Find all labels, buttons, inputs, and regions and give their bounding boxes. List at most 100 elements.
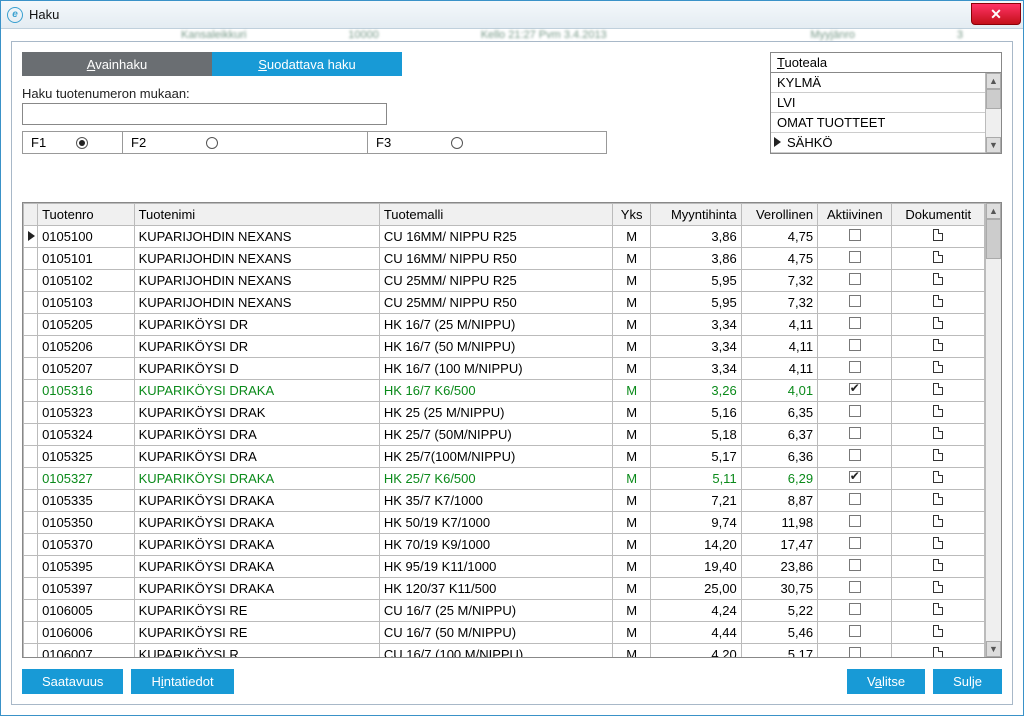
table-row[interactable]: 0105395KUPARIKÖYSI DRAKAHK 95/19 K11/100… — [24, 556, 985, 578]
col-yks[interactable]: Yks — [613, 204, 651, 226]
category-header: Tuoteala — [771, 53, 1001, 73]
document-icon[interactable] — [933, 603, 943, 615]
cell — [818, 490, 892, 512]
table-row[interactable]: 0105323KUPARIKÖYSI DRAKHK 25 (25 M/NIPPU… — [24, 402, 985, 424]
category-item[interactable]: LVI — [771, 93, 985, 113]
active-checkbox[interactable] — [849, 251, 861, 263]
active-checkbox[interactable] — [849, 559, 861, 571]
active-checkbox[interactable] — [849, 361, 861, 373]
table-row[interactable]: 0106007KUPARIKÖYSI RCU 16/7 (100 M/NIPPU… — [24, 644, 985, 658]
active-checkbox[interactable] — [849, 383, 861, 395]
category-item[interactable]: OMAT TUOTTEET — [771, 113, 985, 133]
table-row[interactable]: 0106006KUPARIKÖYSI RECU 16/7 (50 M/NIPPU… — [24, 622, 985, 644]
category-panel: Tuoteala KYLMÄLVIOMAT TUOTTEETSÄHKÖ ▲ ▼ — [770, 52, 1002, 154]
document-icon[interactable] — [933, 537, 943, 549]
document-icon[interactable] — [933, 581, 943, 593]
active-checkbox[interactable] — [849, 317, 861, 329]
document-icon[interactable] — [933, 273, 943, 285]
table-row[interactable]: 0105350KUPARIKÖYSI DRAKAHK 50/19 K7/1000… — [24, 512, 985, 534]
radio-f3[interactable]: F3 — [368, 132, 606, 153]
document-icon[interactable] — [933, 647, 943, 657]
document-icon[interactable] — [933, 229, 943, 241]
col-tuotenro[interactable]: Tuotenro — [38, 204, 135, 226]
document-icon[interactable] — [933, 493, 943, 505]
radio-f2-input[interactable] — [206, 137, 218, 149]
category-item[interactable]: SÄHKÖ — [771, 133, 985, 153]
active-checkbox[interactable] — [849, 339, 861, 351]
table-row[interactable]: 0105101KUPARIJOHDIN NEXANSCU 16MM/ NIPPU… — [24, 248, 985, 270]
col-tuotemalli[interactable]: Tuotemalli — [379, 204, 612, 226]
sulje-button[interactable]: Sulje — [933, 669, 1002, 694]
radio-f3-input[interactable] — [451, 137, 463, 149]
document-icon[interactable] — [933, 317, 943, 329]
table-row[interactable]: 0105316KUPARIKÖYSI DRAKAHK 16/7 K6/500M3… — [24, 380, 985, 402]
cell — [892, 490, 985, 512]
table-row[interactable]: 0105100KUPARIJOHDIN NEXANSCU 16MM/ NIPPU… — [24, 226, 985, 248]
category-item[interactable]: KYLMÄ — [771, 73, 985, 93]
document-icon[interactable] — [933, 383, 943, 395]
active-checkbox[interactable] — [849, 493, 861, 505]
document-icon[interactable] — [933, 625, 943, 637]
document-icon[interactable] — [933, 339, 943, 351]
active-checkbox[interactable] — [849, 471, 861, 483]
table-row[interactable]: 0105370KUPARIKÖYSI DRAKAHK 70/19 K9/1000… — [24, 534, 985, 556]
col-marker[interactable] — [24, 204, 38, 226]
table-row[interactable]: 0105325KUPARIKÖYSI DRAHK 25/7(100M/NIPPU… — [24, 446, 985, 468]
scroll-up-icon[interactable]: ▲ — [986, 203, 1001, 219]
active-checkbox[interactable] — [849, 405, 861, 417]
active-checkbox[interactable] — [849, 625, 861, 637]
saatavuus-button[interactable]: Saatavuus — [22, 669, 123, 694]
scroll-thumb[interactable] — [986, 219, 1001, 259]
active-checkbox[interactable] — [849, 229, 861, 241]
category-scrollbar[interactable]: ▲ ▼ — [985, 73, 1001, 153]
table-row[interactable]: 0106005KUPARIKÖYSI RECU 16/7 (25 M/NIPPU… — [24, 600, 985, 622]
table-row[interactable]: 0105205KUPARIKÖYSI DRHK 16/7 (25 M/NIPPU… — [24, 314, 985, 336]
scroll-down-icon[interactable]: ▼ — [986, 641, 1001, 657]
col-dokumentit[interactable]: Dokumentit — [892, 204, 985, 226]
radio-f1[interactable]: F1 — [23, 132, 123, 153]
document-icon[interactable] — [933, 559, 943, 571]
document-icon[interactable] — [933, 427, 943, 439]
active-checkbox[interactable] — [849, 449, 861, 461]
scroll-thumb[interactable] — [986, 89, 1001, 109]
grid-scrollbar[interactable]: ▲ ▼ — [985, 203, 1001, 657]
document-icon[interactable] — [933, 361, 943, 373]
document-icon[interactable] — [933, 471, 943, 483]
tab-suodattava[interactable]: Suodattava haku — [212, 52, 402, 76]
valitse-button[interactable]: Valitse — [847, 669, 925, 694]
active-checkbox[interactable] — [849, 647, 861, 657]
active-checkbox[interactable] — [849, 273, 861, 285]
col-aktiivinen[interactable]: Aktiivinen — [818, 204, 892, 226]
col-verollinen[interactable]: Verollinen — [741, 204, 817, 226]
scroll-up-icon[interactable]: ▲ — [986, 73, 1001, 89]
active-checkbox[interactable] — [849, 603, 861, 615]
col-tuotenimi[interactable]: Tuotenimi — [134, 204, 379, 226]
search-input[interactable] — [22, 103, 387, 125]
table-row[interactable]: 0105327KUPARIKÖYSI DRAKAHK 25/7 K6/500M5… — [24, 468, 985, 490]
active-checkbox[interactable] — [849, 427, 861, 439]
cell — [892, 402, 985, 424]
hintatiedot-button[interactable]: Hintatiedot — [131, 669, 233, 694]
close-button[interactable]: ✕ — [971, 3, 1021, 25]
table-row[interactable]: 0105335KUPARIKÖYSI DRAKAHK 35/7 K7/1000M… — [24, 490, 985, 512]
table-row[interactable]: 0105397KUPARIKÖYSI DRAKAHK 120/37 K11/50… — [24, 578, 985, 600]
tab-avainhaku[interactable]: Avainhaku — [22, 52, 212, 76]
table-row[interactable]: 0105207KUPARIKÖYSI DHK 16/7 (100 M/NIPPU… — [24, 358, 985, 380]
document-icon[interactable] — [933, 295, 943, 307]
document-icon[interactable] — [933, 405, 943, 417]
table-row[interactable]: 0105102KUPARIJOHDIN NEXANSCU 25MM/ NIPPU… — [24, 270, 985, 292]
scroll-down-icon[interactable]: ▼ — [986, 137, 1001, 153]
active-checkbox[interactable] — [849, 295, 861, 307]
active-checkbox[interactable] — [849, 537, 861, 549]
active-checkbox[interactable] — [849, 515, 861, 527]
document-icon[interactable] — [933, 449, 943, 461]
col-myyntihinta[interactable]: Myyntihinta — [651, 204, 741, 226]
document-icon[interactable] — [933, 251, 943, 263]
table-row[interactable]: 0105103KUPARIJOHDIN NEXANSCU 25MM/ NIPPU… — [24, 292, 985, 314]
document-icon[interactable] — [933, 515, 943, 527]
radio-f2[interactable]: F2 — [123, 132, 368, 153]
table-row[interactable]: 0105206KUPARIKÖYSI DRHK 16/7 (50 M/NIPPU… — [24, 336, 985, 358]
radio-f1-input[interactable] — [76, 137, 88, 149]
table-row[interactable]: 0105324KUPARIKÖYSI DRAHK 25/7 (50M/NIPPU… — [24, 424, 985, 446]
active-checkbox[interactable] — [849, 581, 861, 593]
